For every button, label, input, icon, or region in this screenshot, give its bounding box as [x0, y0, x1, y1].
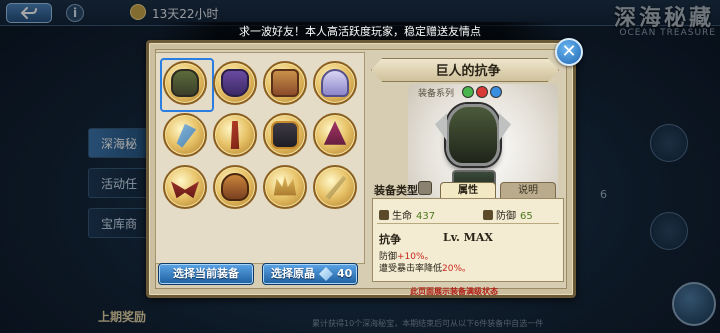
demon-wings-icon: [171, 181, 199, 199]
attributes-panel: 生命 437 防御 65 抗争 Lv. MAX 防御+10%。 遭受暴击率降低20%…: [372, 198, 564, 282]
equipment-type-label: 装备类型: [374, 184, 418, 197]
golden-blade-icon: [325, 175, 347, 200]
defense-label: 防御: [496, 211, 516, 222]
red-series-badge-icon[interactable]: [476, 86, 488, 98]
equipment-slot[interactable]: [313, 61, 357, 105]
skill-level: Lv. MAX: [443, 231, 493, 244]
select-crystal-label: 选择原晶: [271, 267, 315, 280]
equipment-slot[interactable]: [160, 58, 214, 112]
equipment-slot[interactable]: [263, 165, 307, 209]
equipment-grid-panel: [155, 52, 365, 264]
tab-description[interactable]: 说明: [500, 182, 556, 198]
bronze-armor-icon: [271, 69, 299, 97]
equipment-slot[interactable]: [163, 113, 207, 157]
item-name: 巨人的抗争: [435, 64, 501, 79]
crystal-count: 40: [337, 267, 353, 280]
skill-name: 抗争: [379, 233, 401, 246]
equipment-grid: [160, 58, 357, 211]
equipment-slot[interactable]: [313, 165, 357, 209]
defense-icon: [483, 210, 493, 220]
equipment-slot[interactable]: [213, 165, 257, 209]
helmet-type-icon: [418, 181, 432, 195]
flame-staff-icon: [230, 121, 240, 149]
divider: [377, 223, 559, 224]
dark-suit-icon: [271, 121, 299, 149]
crystal-axe-icon: [176, 123, 197, 148]
horned-helmet-icon: [171, 69, 199, 97]
blue-series-badge-icon[interactable]: [490, 86, 502, 98]
equipment-slot[interactable]: [313, 113, 357, 157]
equipment-slot[interactable]: [263, 61, 307, 105]
max-level-note: 此页面展示装备满级状态: [410, 287, 498, 296]
witch-hat-icon: [323, 121, 347, 145]
series-label: 装备系列: [418, 89, 455, 99]
skill-effect-label: 遭受暴击率降低: [379, 264, 443, 274]
orange-mask-icon: [221, 173, 249, 201]
skill-effect-crit: 遭受暴击率降低20%。: [379, 261, 471, 274]
equipment-slot[interactable]: [263, 113, 307, 157]
equipment-slot[interactable]: [213, 113, 257, 157]
crystal-gem-icon: [319, 267, 333, 281]
hp-icon: [379, 210, 389, 220]
hp-stat: 生命 437: [379, 207, 435, 222]
equipment-slot[interactable]: [163, 165, 207, 209]
hp-label: 生命: [392, 211, 412, 222]
giants-struggle-helmet-icon: [446, 104, 500, 166]
defense-value: 65: [520, 211, 533, 222]
select-current-equipment-button[interactable]: 选择当前装备: [158, 263, 254, 285]
green-series-badge-icon[interactable]: [462, 86, 474, 98]
winged-hat-icon: [321, 69, 349, 97]
hp-value: 437: [416, 211, 436, 222]
golden-crown-icon: [273, 175, 297, 196]
skill-effect-value: 20%。: [442, 264, 472, 274]
equipment-slot[interactable]: [213, 61, 257, 105]
tab-attributes[interactable]: 属性: [440, 182, 496, 198]
defense-stat: 防御 65: [483, 207, 533, 222]
friend-request-notice: 求一波好友！本人高活跃度玩家，稳定赠送友情点: [160, 22, 560, 42]
select-crystal-button[interactable]: 选择原晶 40: [262, 263, 358, 285]
purple-cloak-icon: [221, 69, 249, 97]
